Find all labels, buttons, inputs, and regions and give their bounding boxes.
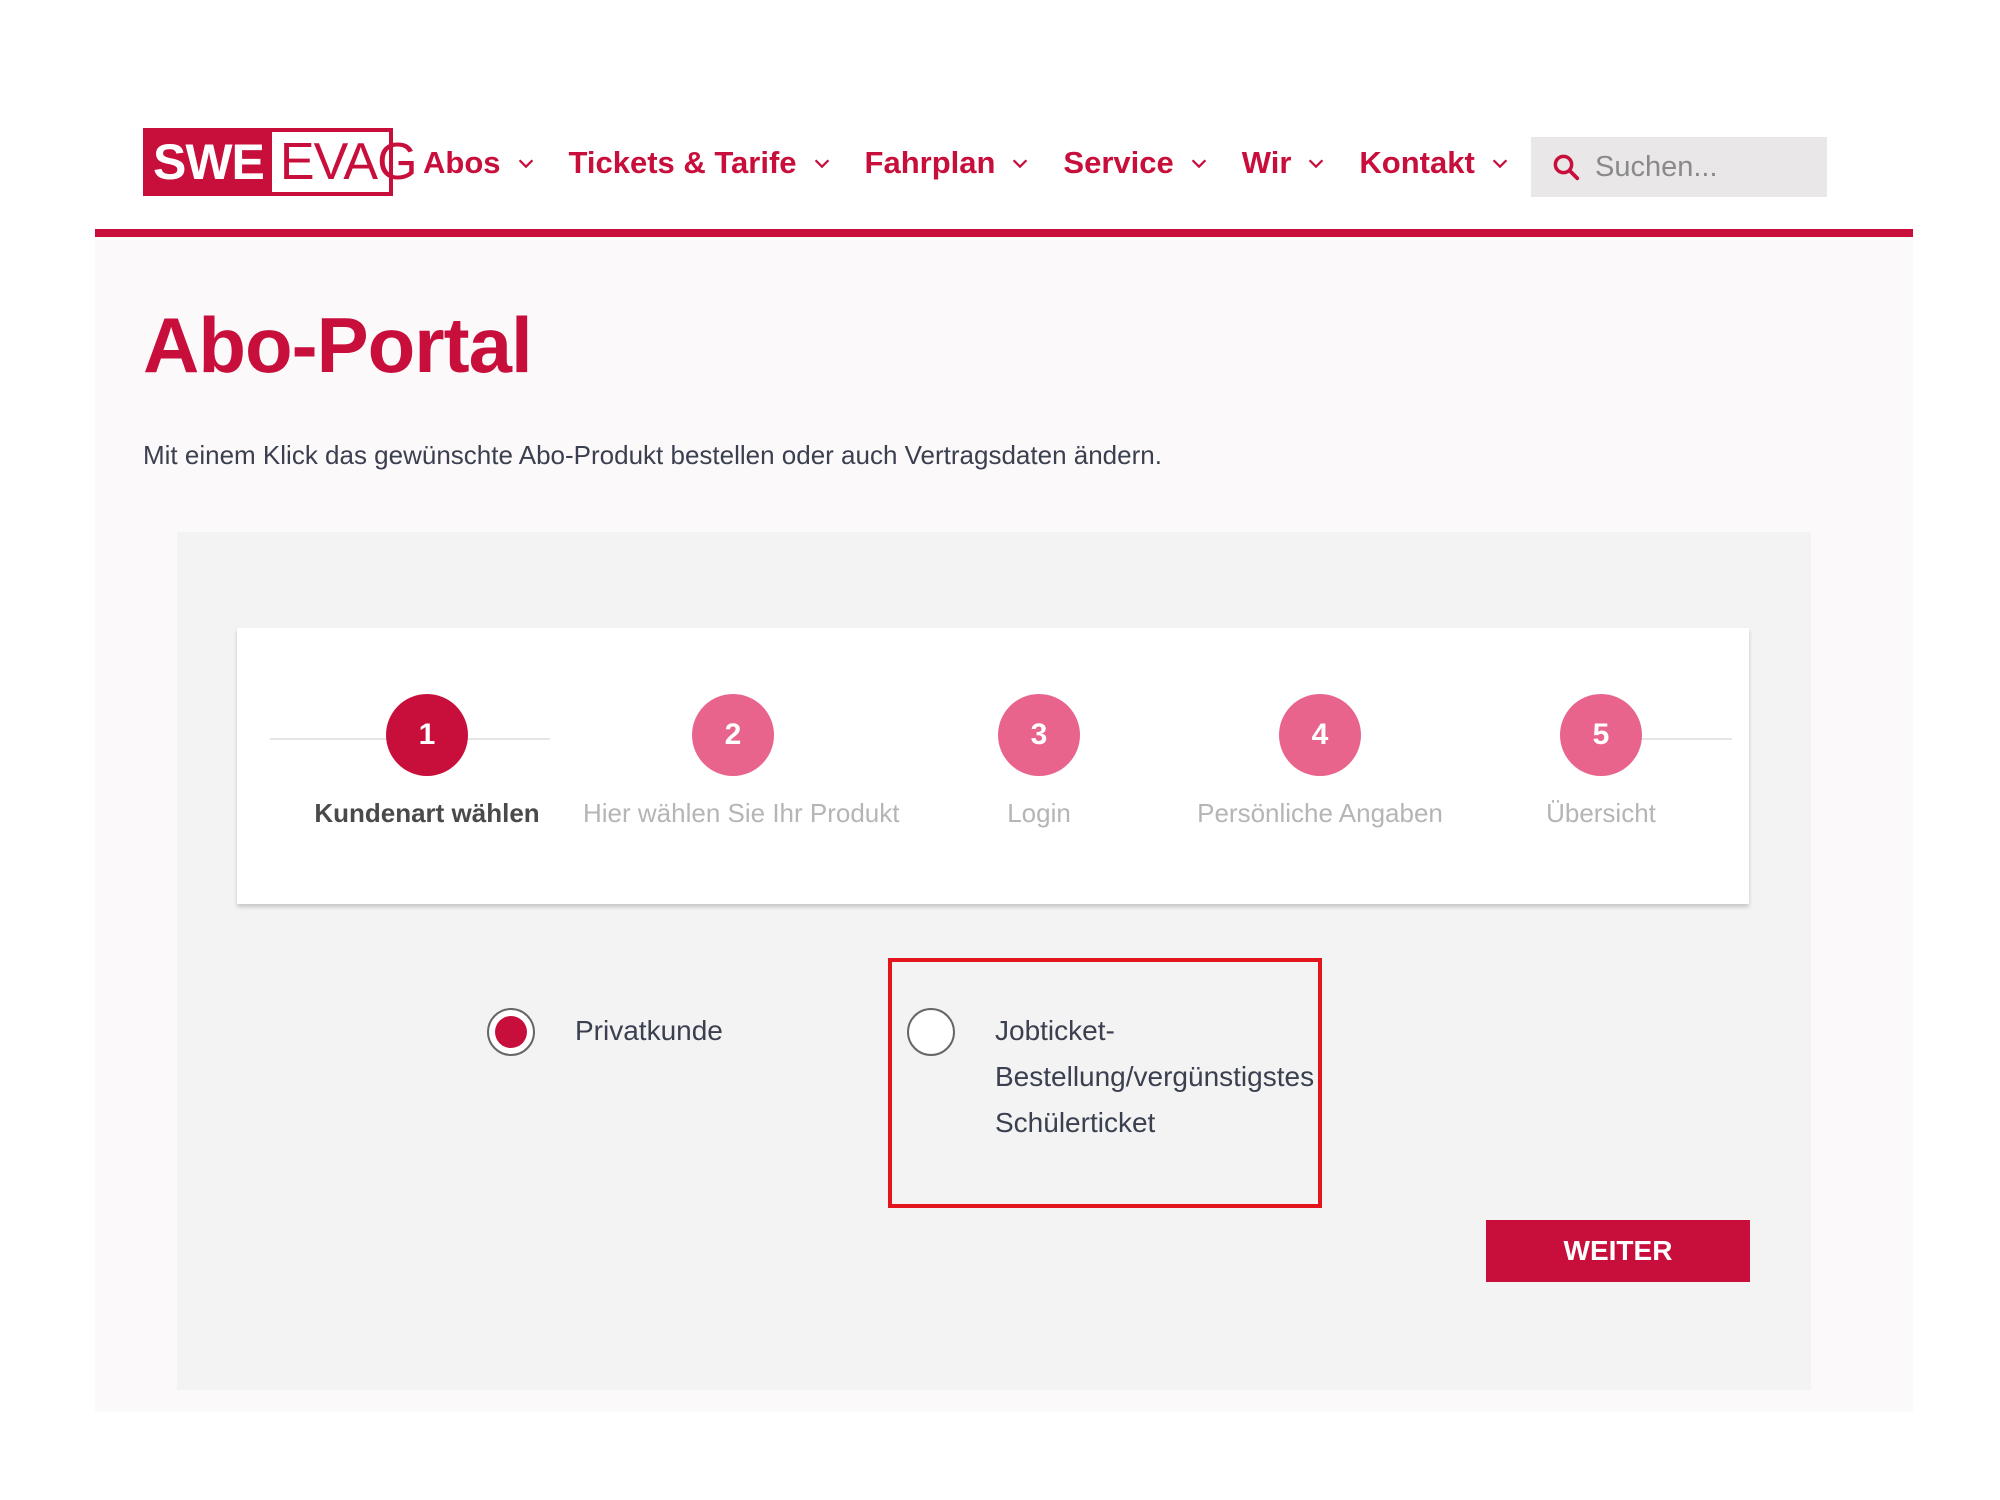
page-container: SWE EVAG Abos Tickets & Tarife Fahrplan … bbox=[95, 0, 1913, 1412]
abo-form-panel: 1 Kundenart wählen 2 Hier wählen Sie Ihr… bbox=[177, 532, 1811, 1390]
page-title: Abo-Portal bbox=[143, 301, 533, 389]
logo-evag-text: EVAG bbox=[279, 133, 418, 191]
nav-item-kontakt[interactable]: Kontakt bbox=[1359, 140, 1510, 186]
radio-privatkunde[interactable] bbox=[487, 1008, 535, 1056]
search-input[interactable] bbox=[1593, 149, 1817, 185]
step-label: Persönliche Angaben bbox=[1197, 798, 1443, 828]
step-label: Übersicht bbox=[1546, 798, 1656, 828]
nav-item-label: Kontakt bbox=[1359, 145, 1475, 180]
chevron-down-icon bbox=[814, 159, 829, 169]
chevron-down-icon bbox=[518, 159, 533, 169]
nav-item-fahrplan[interactable]: Fahrplan bbox=[865, 140, 1032, 186]
step-circle: 3 bbox=[998, 694, 1080, 776]
highlight-box bbox=[888, 958, 1322, 1208]
step-label: Hier wählen Sie Ihr Produkt bbox=[583, 798, 900, 828]
step-2: 2 Hier wählen Sie Ihr Produkt bbox=[583, 694, 900, 829]
step-circle: 4 bbox=[1279, 694, 1361, 776]
chevron-down-icon bbox=[1191, 159, 1206, 169]
nav-item-label: Wir bbox=[1241, 145, 1292, 180]
nav-item-label: Abos bbox=[423, 145, 501, 180]
search-icon[interactable] bbox=[1551, 152, 1581, 182]
step-5: 5 Übersicht bbox=[1451, 694, 1751, 829]
nav-item-label: Service bbox=[1063, 145, 1174, 180]
progress-stepper: 1 Kundenart wählen 2 Hier wählen Sie Ihr… bbox=[237, 628, 1749, 904]
chevron-down-icon bbox=[1492, 159, 1508, 169]
page-intro-text: Mit einem Klick das gewünschte Abo-Produ… bbox=[143, 440, 1162, 470]
nav-item-abos[interactable]: Abos bbox=[423, 140, 537, 186]
main-navigation: Abos Tickets & Tarife Fahrplan Service W… bbox=[423, 140, 1543, 186]
logo-swe-text: SWE bbox=[147, 132, 272, 192]
chevron-down-icon bbox=[1013, 159, 1028, 169]
step-circle: 1 bbox=[386, 694, 468, 776]
nav-item-label: Fahrplan bbox=[864, 145, 996, 180]
step-1: 1 Kundenart wählen bbox=[277, 694, 577, 829]
step-3: 3 Login bbox=[889, 694, 1189, 829]
step-label: Kundenart wählen bbox=[314, 798, 540, 828]
search-box bbox=[1531, 137, 1827, 197]
weiter-button[interactable]: WEITER bbox=[1486, 1220, 1750, 1282]
step-circle: 2 bbox=[692, 694, 774, 776]
nav-item-wir[interactable]: Wir bbox=[1242, 140, 1328, 186]
site-header: SWE EVAG Abos Tickets & Tarife Fahrplan … bbox=[95, 0, 1913, 237]
radio-label-privatkunde[interactable]: Privatkunde bbox=[575, 1008, 723, 1054]
swe-evag-logo[interactable]: SWE EVAG bbox=[143, 128, 418, 196]
nav-item-service[interactable]: Service bbox=[1063, 140, 1209, 186]
nav-item-label: Tickets & Tarife bbox=[568, 145, 797, 180]
step-circle: 5 bbox=[1560, 694, 1642, 776]
chevron-down-icon bbox=[1309, 159, 1324, 169]
step-4: 4 Persönliche Angaben bbox=[1170, 694, 1470, 829]
step-label: Login bbox=[1007, 798, 1071, 828]
nav-item-tickets-tarife[interactable]: Tickets & Tarife bbox=[569, 140, 833, 186]
